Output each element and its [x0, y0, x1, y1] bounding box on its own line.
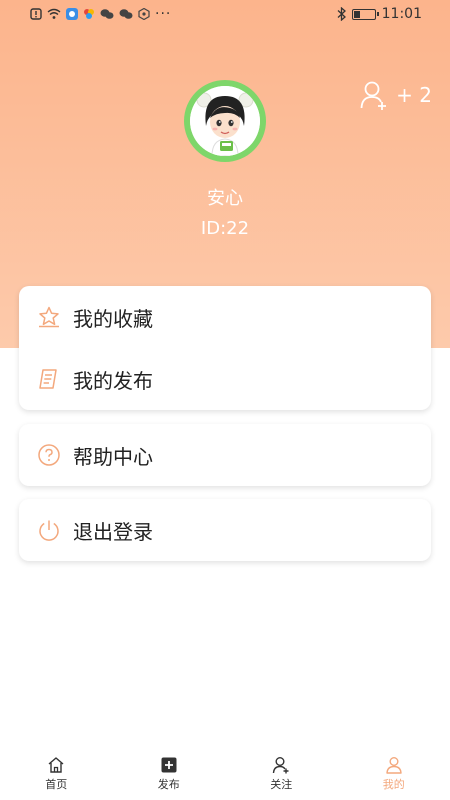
- menu-item-logout[interactable]: 退出登录: [19, 499, 431, 561]
- avatar-image: [190, 86, 260, 156]
- logout-label: 退出登录: [73, 519, 153, 544]
- status-bar: ··· 11:01: [0, 0, 450, 32]
- question-icon: [37, 443, 61, 467]
- follow-count: + 2: [396, 83, 432, 107]
- status-system: 11:01: [337, 6, 422, 22]
- wechat-icon: [100, 9, 114, 19]
- user-plus-icon: [273, 757, 289, 774]
- app-notification-icon: [66, 8, 78, 20]
- username: 安心: [207, 188, 243, 209]
- tab-home[interactable]: 首页: [0, 750, 113, 800]
- tab-follow[interactable]: 关注: [225, 750, 338, 800]
- bluetooth-icon: [337, 7, 346, 21]
- tab-follow-label: 关注: [270, 778, 293, 791]
- user-id: ID:22: [200, 218, 250, 239]
- plus-square-icon: [161, 757, 177, 773]
- hexagon-app-icon: [138, 8, 150, 20]
- my-posts-label: 我的发布: [73, 368, 153, 393]
- document-icon: [37, 367, 61, 391]
- help-card: 帮助中心: [19, 424, 431, 486]
- favorites-label: 我的收藏: [73, 306, 153, 331]
- follow-count-button[interactable]: + 2: [360, 80, 432, 110]
- logout-card: 退出登录: [19, 499, 431, 561]
- tab-mine-label: 我的: [382, 778, 405, 791]
- tab-publish[interactable]: 发布: [113, 750, 226, 800]
- add-user-icon: [360, 81, 387, 110]
- power-icon: [37, 518, 61, 542]
- help-center-label: 帮助中心: [73, 444, 153, 469]
- cartoon-girl-avatar: [190, 86, 260, 156]
- colorful-app-icon: [84, 9, 94, 19]
- menu-item-help[interactable]: 帮助中心: [19, 424, 431, 486]
- content-menu-card: 我的收藏 我的发布: [19, 286, 431, 410]
- alert-icon: [30, 8, 42, 20]
- wechat-icon-2: [119, 9, 133, 19]
- user-icon: [386, 757, 402, 774]
- avatar[interactable]: [184, 80, 266, 162]
- menu-item-my-posts[interactable]: 我的发布: [19, 348, 431, 410]
- bottom-tab-bar: 首页 发布 关注 我的: [0, 750, 450, 800]
- tab-home-label: 首页: [45, 778, 68, 791]
- tab-publish-label: 发布: [157, 778, 180, 791]
- battery-level: [353, 10, 361, 18]
- menu-item-favorites[interactable]: 我的收藏: [19, 286, 431, 348]
- wifi-icon: [47, 8, 61, 19]
- star-icon: [37, 305, 61, 329]
- home-icon: [48, 757, 64, 773]
- more-notifications-indicator: ···: [155, 6, 172, 22]
- battery-icon: [351, 8, 379, 20]
- status-notifications: ···: [30, 6, 172, 22]
- status-time: 11:01: [381, 6, 422, 22]
- tab-mine[interactable]: 我的: [338, 750, 450, 800]
